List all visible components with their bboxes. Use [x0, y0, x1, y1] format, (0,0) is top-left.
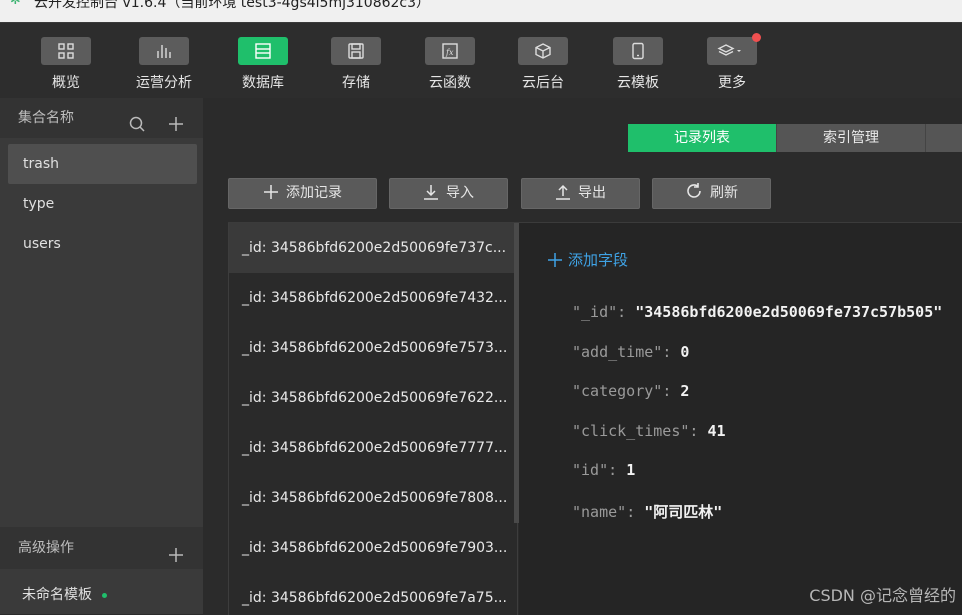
toolbar-label: 概览: [26, 72, 106, 92]
tab-indexes[interactable]: 索引管理: [777, 124, 926, 152]
record-row[interactable]: _id: 34586bfd6200e2d50069fe7808...: [229, 473, 517, 523]
collection-item-trash[interactable]: trash: [8, 144, 197, 184]
tab-records[interactable]: 记录列表: [628, 124, 777, 152]
import-label: 导入: [446, 185, 474, 201]
storage-icon: [331, 37, 381, 65]
record-row[interactable]: _id: 34586bfd6200e2d50069fe7432...: [229, 273, 517, 323]
template-item[interactable]: 未命名模板: [22, 584, 107, 604]
field-row[interactable]: "add_time": 0: [572, 343, 689, 361]
view-tabs: 记录列表 索引管理: [628, 124, 962, 152]
refresh-button[interactable]: 刷新: [652, 178, 771, 209]
add-record-button[interactable]: 添加记录: [228, 178, 377, 209]
collections-sidebar: 集合名称 trash type users 高级操作 未命名模板: [0, 98, 203, 614]
record-row[interactable]: _id: 34586bfd6200e2d50069fe7622...: [229, 373, 517, 423]
record-detail: 添加字段 "_id": "34586bfd6200e2d50069fe737c5…: [519, 223, 962, 615]
toolbar-more[interactable]: 更多: [692, 37, 772, 92]
field-row[interactable]: "click_times": 41: [572, 422, 726, 440]
toolbar-overview[interactable]: 概览: [26, 37, 106, 92]
plus-icon: [548, 253, 562, 267]
window-titlebar: ✲ 云开发控制台 v1.6.4（当前环境 test3-4gs4i5mj31086…: [0, 0, 962, 22]
toolbar-label: 数据库: [223, 72, 303, 92]
phone-icon: [613, 37, 663, 65]
search-icon[interactable]: [128, 109, 146, 149]
collection-item-type[interactable]: type: [8, 184, 197, 224]
records-content: _id: 34586bfd6200e2d50069fe737c... _id: …: [228, 222, 962, 614]
toolbar-database[interactable]: 数据库: [223, 37, 303, 92]
layers-icon: [707, 37, 757, 65]
window-title: 云开发控制台 v1.6.4（当前环境 test3-4gs4i5mj310862c…: [34, 0, 430, 10]
field-row[interactable]: "name": "阿司匹林": [572, 501, 722, 522]
plus-icon: [263, 184, 279, 200]
upload-icon: [555, 184, 571, 200]
template-name: 未命名模板: [22, 587, 92, 603]
cube-icon: [518, 37, 568, 65]
refresh-icon: [685, 182, 703, 200]
record-row[interactable]: _id: 34586bfd6200e2d50069fe7a75...: [229, 573, 517, 615]
advanced-operations-header: 高级操作: [0, 527, 203, 569]
toolbar-backend[interactable]: 云后台: [503, 37, 583, 92]
bar-chart-icon: [139, 37, 189, 65]
add-record-label: 添加记录: [286, 185, 342, 201]
export-label: 导出: [578, 185, 606, 201]
toolbar-functions[interactable]: fx 云函数: [410, 37, 490, 92]
field-row[interactable]: "_id": "34586bfd6200e2d50069fe737c57b505…: [572, 303, 942, 321]
toolbar-templates[interactable]: 云模板: [598, 37, 678, 92]
toolbar-storage[interactable]: 存储: [316, 37, 396, 92]
toolbar-label: 云模板: [598, 72, 678, 92]
svg-text:fx: fx: [445, 48, 454, 57]
app-logo-icon: ✲: [10, 0, 26, 10]
database-icon: [238, 37, 288, 65]
collections-header: 集合名称: [0, 98, 203, 138]
status-dot-icon: [102, 593, 107, 598]
record-row[interactable]: _id: 34586bfd6200e2d50069fe7777...: [229, 423, 517, 473]
download-icon: [423, 184, 439, 200]
refresh-label: 刷新: [710, 185, 738, 201]
record-row[interactable]: _id: 34586bfd6200e2d50069fe7903...: [229, 523, 517, 573]
tab-overflow[interactable]: [926, 124, 962, 152]
toolbar-label: 运营分析: [124, 72, 204, 92]
add-field-label: 添加字段: [568, 251, 628, 269]
add-operation-icon[interactable]: [167, 539, 185, 581]
notification-badge: [752, 33, 761, 42]
add-field-link[interactable]: 添加字段: [548, 249, 628, 270]
field-row[interactable]: "id": 1: [572, 461, 635, 479]
toolbar-analytics[interactable]: 运营分析: [124, 37, 204, 92]
watermark: CSDN @记念曾经的: [809, 582, 956, 606]
collections-header-label: 集合名称: [18, 110, 74, 126]
collection-item-users[interactable]: users: [8, 224, 197, 264]
main-toolbar: 概览 运营分析 数据库 存储 fx 云函数 云后台 云模板 更多: [0, 22, 962, 98]
advanced-operations-label: 高级操作: [18, 540, 74, 556]
record-list: _id: 34586bfd6200e2d50069fe737c... _id: …: [228, 223, 518, 615]
import-button[interactable]: 导入: [389, 178, 508, 209]
add-collection-icon[interactable]: [167, 109, 185, 149]
main-panel: 记录列表 索引管理 添加记录 导入 导出 刷新 _id: 34586bfd620…: [203, 98, 962, 614]
toolbar-label: 云函数: [410, 72, 490, 92]
function-icon: fx: [425, 37, 475, 65]
export-button[interactable]: 导出: [521, 178, 640, 209]
toolbar-label: 更多: [692, 72, 772, 92]
record-row[interactable]: _id: 34586bfd6200e2d50069fe737c...: [229, 223, 517, 273]
field-row[interactable]: "category": 2: [572, 382, 689, 400]
toolbar-label: 存储: [316, 72, 396, 92]
grid-icon: [41, 37, 91, 65]
record-row[interactable]: _id: 34586bfd6200e2d50069fe7573...: [229, 323, 517, 373]
toolbar-label: 云后台: [503, 72, 583, 92]
